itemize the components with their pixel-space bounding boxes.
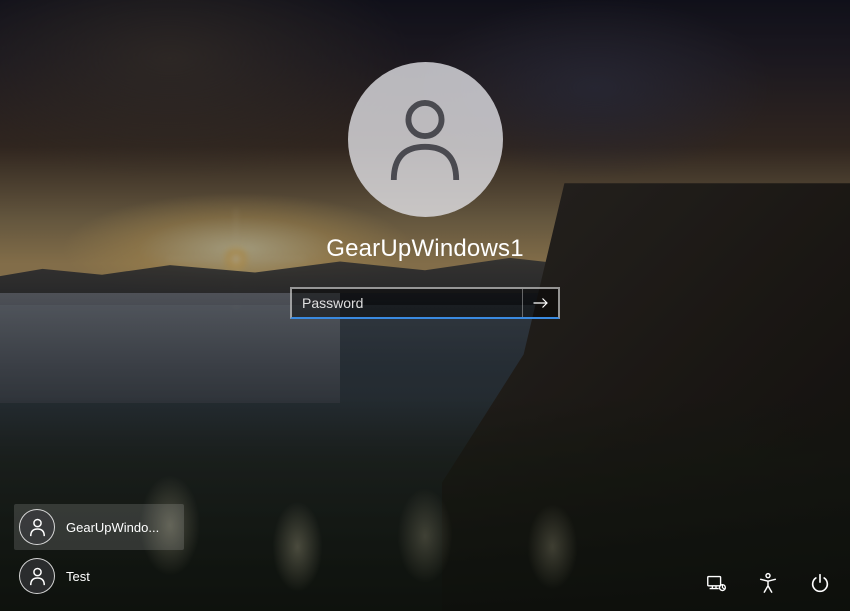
arrow-right-icon	[532, 296, 550, 310]
power-icon	[809, 572, 831, 594]
submit-button[interactable]	[522, 289, 558, 317]
user-switcher: GearUpWindo... Test	[14, 504, 184, 599]
person-icon	[386, 96, 464, 184]
user-avatar	[348, 62, 503, 217]
accessibility-icon	[757, 572, 779, 594]
network-button[interactable]	[702, 569, 730, 597]
user-avatar-small	[19, 558, 55, 594]
username-label: GearUpWindows1	[326, 235, 524, 263]
user-item-test[interactable]: Test	[14, 553, 184, 599]
system-icons	[702, 569, 834, 597]
user-item-label: Test	[66, 569, 90, 584]
user-avatar-small	[19, 509, 55, 545]
user-item-label: GearUpWindo...	[66, 520, 159, 535]
power-button[interactable]	[806, 569, 834, 597]
user-item-gearupwindows[interactable]: GearUpWindo...	[14, 504, 184, 550]
person-icon	[29, 567, 46, 586]
network-icon	[705, 572, 727, 594]
accessibility-button[interactable]	[754, 569, 782, 597]
password-field-container	[290, 287, 560, 319]
login-panel: GearUpWindows1	[290, 62, 560, 319]
person-icon	[29, 518, 46, 537]
password-input[interactable]	[292, 289, 522, 317]
